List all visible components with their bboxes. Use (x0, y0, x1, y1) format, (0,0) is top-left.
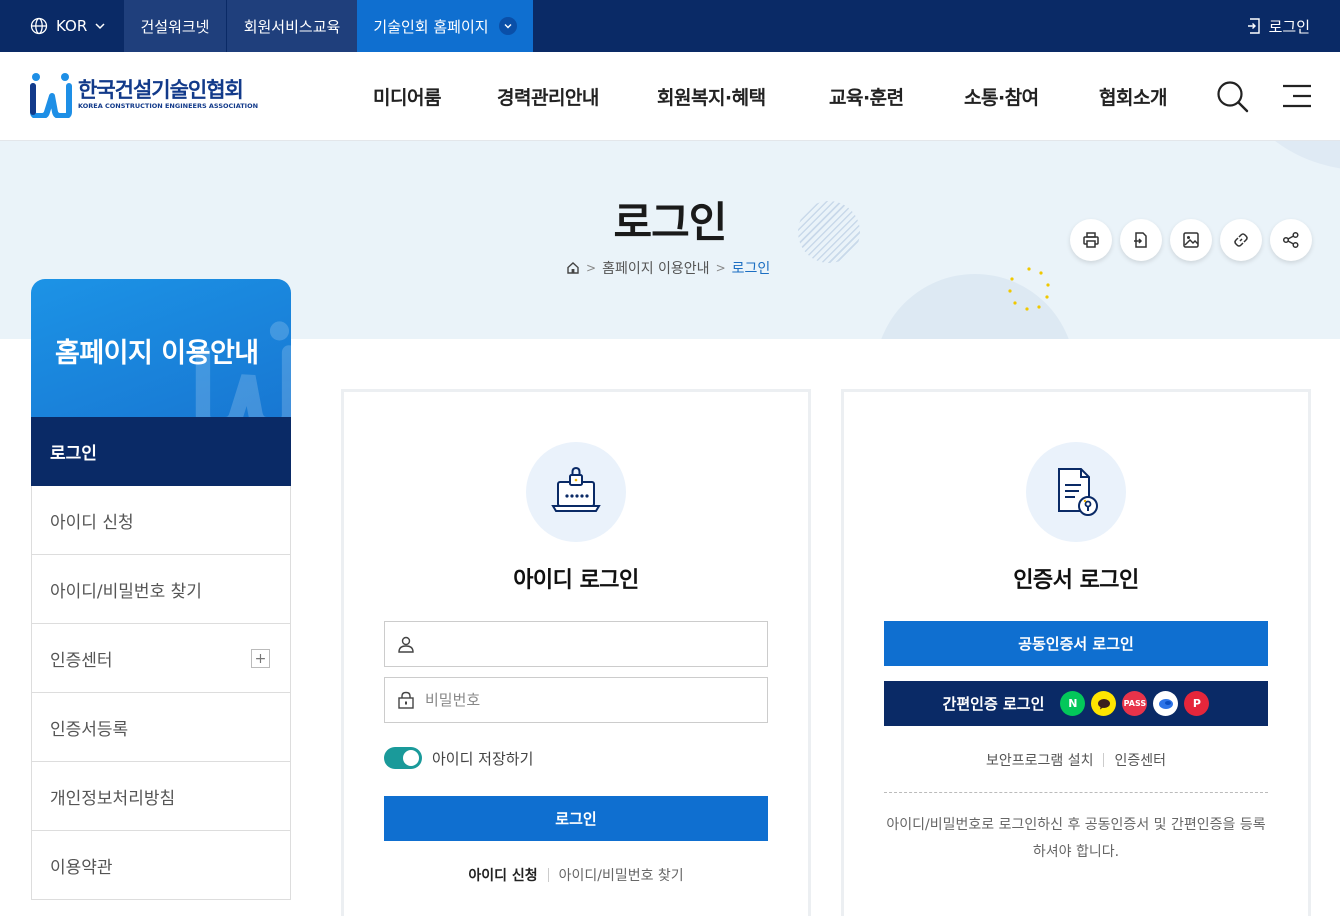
breadcrumb-separator: > (586, 261, 597, 275)
cert-notice: 아이디/비밀번호로 로그인하신 후 공동인증서 및 간편인증을 등록하셔야 합니… (886, 817, 1266, 860)
sidebar-item-id-request[interactable]: 아이디 신청 (31, 486, 291, 555)
language-label: KOR (56, 17, 88, 35)
tab-kocea-homepage[interactable]: 기술인회 홈페이지 (357, 0, 533, 52)
dashed-divider (884, 792, 1268, 793)
remember-id-label[interactable]: 아이디 저장하기 (432, 748, 533, 769)
divider (547, 868, 549, 882)
top-utility-bar: KOR 건설워크넷 회원서비스교육 기술인회 홈페이지 로그인 (0, 0, 1340, 52)
home-icon[interactable] (566, 261, 580, 275)
top-login-link[interactable]: 로그인 (1247, 0, 1310, 52)
joint-cert-login-button[interactable]: 공동인증서 로그인 (884, 621, 1268, 666)
user-id-input[interactable] (425, 624, 767, 664)
logo-text: 한국건설기술인협회 KOREA CONSTRUCTION ENGINEERS A… (78, 79, 258, 111)
auth-provider-icons: N PASS P (1054, 691, 1210, 716)
plus-icon[interactable]: + (251, 649, 270, 668)
sidebar-item-cert-center[interactable]: 인증센터 + (31, 624, 291, 693)
site-header: 한국건설기술인협회 KOREA CONSTRUCTION ENGINEERS A… (0, 52, 1340, 141)
cert-login-card: 인증서 로그인 공동인증서 로그인 간편인증 로그인 N PASS P 보안프로… (841, 389, 1311, 916)
id-request-link[interactable]: 아이디 신청 (468, 865, 537, 885)
site-logo[interactable]: 한국건설기술인협회 KOREA CONSTRUCTION ENGINEERS A… (30, 72, 258, 118)
nav-member-benefits[interactable]: 회원복지·혜택 (657, 52, 766, 140)
user-icon (397, 635, 415, 653)
remember-id-toggle[interactable] (384, 747, 422, 769)
toss-icon (1153, 691, 1179, 716)
cert-login-title: 인증서 로그인 (1013, 568, 1139, 593)
login-button[interactable]: 로그인 (384, 796, 768, 841)
side-nav-header: 홈페이지 이용안내 (31, 279, 291, 417)
simple-auth-login-button[interactable]: 간편인증 로그인 N PASS P (884, 681, 1268, 726)
side-nav-title: 홈페이지 이용안내 (55, 338, 259, 369)
side-navigation: 홈페이지 이용안내 로그인 아이디 신청 아이디/비밀번호 찾기 인증센터 + … (31, 279, 291, 900)
id-login-card: 아이디 로그인 아이디 저장하기 로그인 아이디 신청 아이디/비밀번호 찾기 (341, 389, 811, 916)
find-account-link[interactable]: 아이디/비밀번호 찾기 (559, 865, 684, 885)
logo-english: KOREA CONSTRUCTION ENGINEERS ASSOCIATION (78, 102, 259, 110)
breadcrumb-current: 로그인 (731, 261, 771, 277)
login-sub-links: 아이디 신청 아이디/비밀번호 찾기 (344, 865, 808, 885)
cert-sub-links: 보안프로그램 설치 인증센터 (844, 750, 1308, 770)
pass-icon: PASS (1122, 691, 1148, 716)
logo-korean: 한국건설기술인협회 (78, 78, 244, 102)
top-login-label: 로그인 (1268, 17, 1310, 36)
login-icon (1247, 18, 1269, 34)
print-icon[interactable] (1070, 219, 1112, 261)
certificate-lock-icon (1026, 442, 1126, 542)
tab-kocea-homepage-label: 기술인회 홈페이지 (373, 17, 489, 36)
user-id-field[interactable] (384, 621, 768, 667)
password-field[interactable] (384, 677, 768, 723)
logo-mark-icon (30, 72, 72, 118)
naver-icon: N (1060, 691, 1086, 716)
globe-icon (30, 17, 48, 35)
kakao-icon (1091, 691, 1117, 716)
sidebar-item-cert-register[interactable]: 인증서등록 (31, 693, 291, 762)
sidebar-item-terms[interactable]: 이용약관 (31, 831, 291, 900)
lock-icon (397, 691, 415, 709)
password-input[interactable] (425, 680, 767, 720)
share-icon[interactable] (1270, 219, 1312, 261)
simple-auth-label: 간편인증 로그인 (942, 695, 1045, 713)
nav-communication[interactable]: 소통·참여 (964, 52, 1039, 140)
link-icon[interactable] (1220, 219, 1262, 261)
sidebar-item-label: 인증센터 (50, 650, 113, 671)
tab-member-education[interactable]: 회원서비스교육 (227, 0, 357, 52)
nav-education-training[interactable]: 교육·훈련 (829, 52, 904, 140)
breadcrumb: > 홈페이지 이용안내 > 로그인 (566, 258, 770, 278)
cert-center-link[interactable]: 인증센터 (1114, 750, 1166, 770)
payco-icon: P (1184, 691, 1210, 716)
chevron-down-icon (498, 17, 517, 35)
search-icon[interactable] (1216, 80, 1250, 114)
decor-dots (1006, 266, 1052, 312)
security-program-link[interactable]: 보안프로그램 설치 (986, 750, 1094, 770)
laptop-lock-icon (526, 442, 626, 542)
nav-media-room[interactable]: 미디어룸 (373, 52, 441, 140)
document-download-icon[interactable] (1120, 219, 1162, 261)
language-selector[interactable]: KOR (0, 0, 124, 52)
breadcrumb-item[interactable]: 홈페이지 이용안내 (602, 258, 710, 278)
breadcrumb-separator: > (715, 261, 726, 275)
id-login-title: 아이디 로그인 (513, 568, 639, 593)
divider (1103, 753, 1105, 767)
decor-circle (1240, 141, 1340, 171)
nav-about[interactable]: 협회소개 (1099, 52, 1167, 140)
sidebar-item-privacy[interactable]: 개인정보처리방침 (31, 762, 291, 831)
sidebar-item-login[interactable]: 로그인 (31, 417, 291, 486)
nav-career-guide[interactable]: 경력관리안내 (497, 52, 599, 140)
sidebar-item-find-account[interactable]: 아이디/비밀번호 찾기 (31, 555, 291, 624)
image-icon[interactable] (1170, 219, 1212, 261)
tab-construction-worknet[interactable]: 건설워크넷 (124, 0, 226, 52)
menu-icon[interactable] (1283, 84, 1313, 110)
page-tools (1070, 219, 1320, 261)
remember-id-row: 아이디 저장하기 (384, 747, 533, 769)
chevron-down-icon (95, 22, 105, 30)
